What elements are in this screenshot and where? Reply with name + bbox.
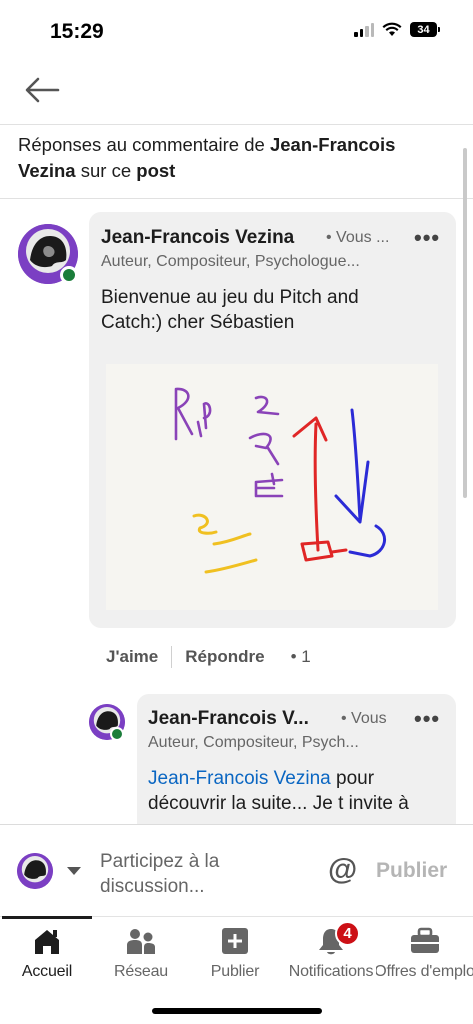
comment-author-name[interactable]: Jean-Francois Vezina: [101, 227, 294, 249]
tab-bar: Accueil Réseau Publier 4 Notifications O…: [0, 916, 473, 1024]
comment-input-placeholder: discussion...: [100, 876, 205, 897]
reply-author-headline: Auteur, Compositeur, Psych...: [148, 734, 359, 751]
comment-actions: J'aime Répondre • 1: [106, 646, 311, 668]
header-prefix: Réponses au commentaire de: [18, 134, 270, 155]
tab-label: Publier: [210, 963, 260, 980]
reply-more-options-icon[interactable]: •••: [414, 706, 440, 732]
tab-notifications[interactable]: 4 Notifications: [284, 917, 378, 987]
like-button[interactable]: J'aime: [106, 647, 158, 667]
header-post-link[interactable]: post: [136, 160, 175, 181]
divider: [0, 124, 473, 125]
tab-offres[interactable]: Offres d'emplo: [376, 917, 473, 987]
comment-composer: Participez à la discussion... @ Publier: [0, 824, 473, 916]
battery-icon: 34: [410, 22, 440, 37]
header-middle: sur ce: [75, 160, 137, 181]
reply-mention-link[interactable]: Jean-Francois Vezina: [148, 768, 331, 789]
wifi-icon: [382, 22, 402, 36]
reply-button[interactable]: Répondre: [185, 647, 264, 667]
comment-input-placeholder: Participez à la: [100, 851, 220, 872]
comment-timestamp: • Vous ...: [326, 229, 390, 246]
home-indicator: [152, 1008, 322, 1014]
arrow-left-icon: [25, 77, 60, 103]
online-status-dot: [60, 266, 78, 284]
publish-button[interactable]: Publier: [376, 859, 447, 883]
network-icon: [127, 929, 155, 954]
like-count: • 1: [290, 647, 311, 666]
scrollbar[interactable]: [463, 148, 467, 498]
tab-publier[interactable]: Publier: [190, 917, 280, 987]
divider: [0, 198, 473, 199]
online-status-dot: [110, 727, 124, 741]
tab-label: Notifications: [288, 963, 374, 980]
briefcase-icon: [410, 927, 439, 953]
mention-icon[interactable]: @: [328, 853, 357, 887]
back-button[interactable]: [24, 74, 60, 106]
home-icon: [35, 930, 59, 954]
context-header: Réponses au commentaire de Jean-Francois…: [18, 132, 458, 184]
action-separator: [171, 646, 173, 668]
cellular-signal-icon: [354, 22, 374, 37]
tab-accueil[interactable]: Accueil: [2, 917, 92, 987]
comment-author-headline: Auteur, Compositeur, Psychologue...: [101, 253, 360, 270]
tab-label: Offres d'emplo: [376, 963, 473, 980]
tab-label: Accueil: [21, 963, 73, 980]
nav-bar: [0, 62, 473, 120]
post-icon: [222, 928, 248, 954]
status-bar: 15:29 34: [0, 0, 473, 60]
status-time: 15:29: [50, 20, 104, 43]
notification-badge: 4: [335, 921, 360, 946]
more-options-icon[interactable]: •••: [414, 225, 440, 251]
reply-author-name[interactable]: Jean-Francois V...: [148, 708, 309, 730]
chevron-down-icon[interactable]: [67, 867, 81, 875]
tab-label: Réseau: [114, 963, 168, 980]
drawing-image[interactable]: [106, 364, 438, 610]
reply-text: Jean-Francois Vezina pour découvrir la s…: [148, 766, 450, 824]
comment-input[interactable]: Participez à la discussion...: [100, 849, 219, 899]
comment-text: Bienvenue au jeu du Pitch and Catch:) ch…: [101, 287, 359, 333]
reply-timestamp: • Vous: [341, 710, 387, 727]
status-icons: 34: [354, 22, 440, 37]
composer-avatar[interactable]: [17, 853, 53, 889]
avatar-photo: [17, 853, 53, 889]
tab-reseau[interactable]: Réseau: [96, 917, 186, 987]
